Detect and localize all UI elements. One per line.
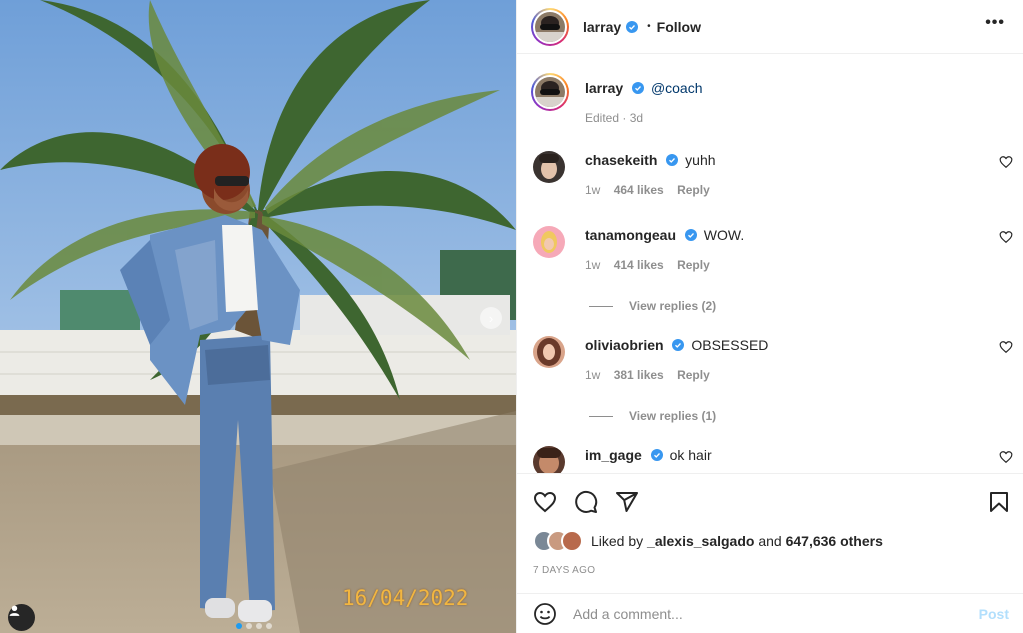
post-timestamp[interactable]: 7 DAYS AGO [533,565,595,576]
liked-by-prefix: Liked by [591,533,648,549]
comments-list[interactable]: larray @coach Edited · 3d chasekeith yuh… [517,55,1023,473]
share-icon[interactable] [615,490,639,514]
carousel-indicators [236,623,272,629]
view-replies-button[interactable]: View replies (2) [589,299,716,313]
follow-button[interactable]: Follow [657,19,701,35]
verified-badge-icon [632,82,645,94]
verified-badge-icon [666,154,679,166]
chevron-right-icon: › [488,310,494,326]
view-replies-line [589,415,613,417]
liked-by: Liked by _alexis_salgado and 647,636 oth… [533,530,883,552]
liker-avatars [533,530,591,552]
carousel-dot-active [236,623,242,629]
avatar [561,530,583,552]
comment-age: 1w [585,183,601,197]
heart-icon[interactable] [999,450,1013,464]
smiley-icon[interactable] [533,602,557,626]
comment-likes[interactable]: 464 likes [614,183,664,197]
view-replies-button[interactable]: View replies (1) [589,409,716,423]
view-replies-line [589,305,613,307]
carousel-dot [256,623,262,629]
comment-item: tanamongeau WOW. 1w 414 likes Reply [533,226,1013,274]
liked-by-and: and [754,533,786,549]
photo-illustration [0,0,516,633]
avatar[interactable] [531,73,569,111]
verified-badge-icon [650,449,663,461]
view-replies-label: View replies (2) [629,299,717,313]
comment-username[interactable]: oliviaobrien [585,337,664,353]
caption-username[interactable]: larray [585,80,623,96]
caption-mention-link[interactable]: @coach [651,80,703,96]
comment-age: 1w [585,258,601,272]
comment-username[interactable]: chasekeith [585,152,657,168]
comment-text: yuhh [685,152,716,168]
verified-badge-icon [684,229,697,241]
carousel-dot [266,623,272,629]
comment-likes[interactable]: 381 likes [614,368,664,382]
add-comment-bar: Add a comment... Post [517,593,1023,633]
comment-item: im_gage ok hair [533,446,1013,473]
heart-icon[interactable] [533,490,557,514]
comment-username[interactable]: im_gage [585,447,642,463]
author-username[interactable]: larray [583,19,621,35]
comment-age: 1w [585,368,601,382]
view-replies-label: View replies (1) [629,409,717,423]
post-side-panel: larray • Follow ••• larray @coach Edited… [516,0,1023,633]
comment-reply-button[interactable]: Reply [677,183,710,197]
header-separator: • [647,21,651,32]
more-horizontal-icon: ••• [985,14,1005,31]
comment-text: OBSESSED [691,337,769,353]
user-tags-button[interactable] [8,604,35,631]
liked-by-user-link[interactable]: _alexis_salgado [647,533,754,549]
post-header: larray • Follow ••• [517,0,1023,54]
comment-reply-button[interactable]: Reply [677,258,710,272]
post-caption: larray @coach Edited · 3d [531,73,703,127]
avatar[interactable] [531,7,569,46]
heart-icon[interactable] [999,340,1013,354]
heart-icon[interactable] [999,230,1013,244]
more-options-button[interactable]: ••• [985,14,1005,32]
user-icon [9,605,20,616]
post-comment-button[interactable]: Post [979,606,1009,622]
caption-meta: Edited · 3d [585,111,644,125]
comment-reply-button[interactable]: Reply [677,368,710,382]
post-actions: Liked by _alexis_salgado and 647,636 oth… [517,473,1023,593]
heart-icon[interactable] [999,155,1013,169]
comment-icon[interactable] [574,490,598,514]
comment-item: oliviaobrien OBSESSED 1w 381 likes Reply [533,336,1013,384]
commenter-avatar[interactable] [533,446,565,473]
comment-text: ok hair [669,447,712,463]
comment-item: chasekeith yuhh 1w 464 likes Reply [533,151,1013,199]
commenter-avatar[interactable] [533,151,565,183]
verified-badge-icon [626,20,639,33]
bookmark-icon[interactable] [987,490,1011,514]
carousel-next-button[interactable]: › [480,307,502,329]
liked-by-others-link[interactable]: 647,636 others [786,533,883,549]
comment-likes[interactable]: 414 likes [614,258,664,272]
instagram-post-modal: 16/04/2022 › larray • Follow ••• larray … [0,0,1023,633]
photo-date-stamp: 16/04/2022 [342,586,469,610]
comment-input[interactable]: Add a comment... [573,606,979,622]
comment-text: WOW. [703,227,745,243]
commenter-avatar[interactable] [533,336,565,368]
carousel-dot [246,623,252,629]
comment-username[interactable]: tanamongeau [585,227,676,243]
commenter-avatar[interactable] [533,226,565,258]
post-photo[interactable]: 16/04/2022 › [0,0,516,633]
verified-badge-icon [672,339,685,351]
